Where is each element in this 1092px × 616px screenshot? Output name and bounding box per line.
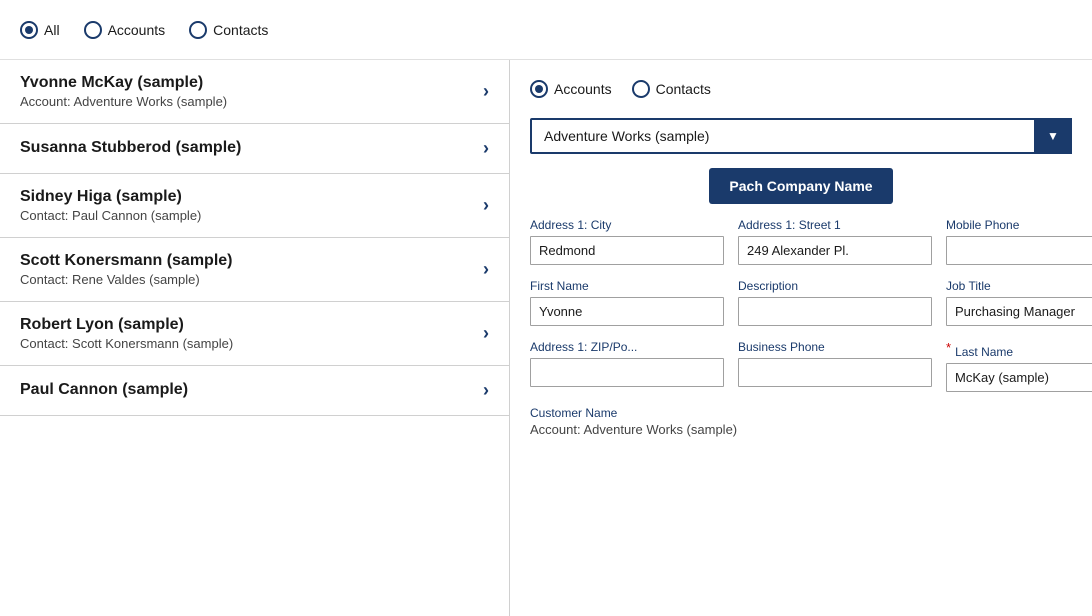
filter-contacts[interactable]: Contacts (189, 21, 268, 39)
field-job-title-label: Job Title (946, 279, 1092, 293)
account-dropdown[interactable]: Adventure Works (sample) (530, 118, 1072, 154)
list-item-subtitle: Contact: Scott Konersmann (sample) (20, 336, 233, 351)
field-first-name-label: First Name (530, 279, 724, 293)
field-business-phone: Business Phone (738, 340, 932, 392)
chevron-right-icon: › (483, 195, 489, 216)
address-zip-input[interactable] (530, 358, 724, 387)
chevron-right-icon: › (483, 81, 489, 102)
top-filter-bar: All Accounts Contacts (0, 0, 1092, 60)
radio-all-circle (20, 21, 38, 39)
chevron-right-icon: › (483, 323, 489, 344)
list-item[interactable]: Sidney Higa (sample) Contact: Paul Canno… (0, 174, 509, 238)
list-item[interactable]: Scott Konersmann (sample) Contact: Rene … (0, 238, 509, 302)
patch-company-button[interactable]: Pach Company Name (709, 168, 892, 204)
chevron-right-icon: › (483, 138, 489, 159)
list-item[interactable]: Susanna Stubberod (sample) › (0, 124, 509, 174)
field-job-title: Job Title (946, 279, 1092, 326)
field-mobile-phone-label: Mobile Phone (946, 218, 1092, 232)
field-description-label: Description (738, 279, 932, 293)
list-item-title: Sidney Higa (sample) (20, 188, 201, 206)
list-item-title: Scott Konersmann (sample) (20, 252, 232, 270)
radio-right-contacts-circle (632, 80, 650, 98)
right-filter-contacts[interactable]: Contacts (632, 80, 711, 98)
field-address-zip-label: Address 1: ZIP/Po... (530, 340, 724, 354)
list-item-title: Yvonne McKay (sample) (20, 74, 227, 92)
filter-contacts-label: Contacts (213, 22, 268, 38)
last-name-input[interactable] (946, 363, 1092, 392)
right-radio-row: Accounts Contacts (530, 80, 1072, 98)
filter-accounts-label: Accounts (108, 22, 166, 38)
right-filter-accounts[interactable]: Accounts (530, 80, 612, 98)
list-item-subtitle: Account: Adventure Works (sample) (20, 94, 227, 109)
job-title-input[interactable] (946, 297, 1092, 326)
required-star: * (946, 340, 951, 355)
list-item-title: Robert Lyon (sample) (20, 316, 233, 334)
mobile-phone-input[interactable] (946, 236, 1092, 265)
radio-contacts-circle (189, 21, 207, 39)
field-address-zip: Address 1: ZIP/Po... (530, 340, 724, 392)
list-item-subtitle: Contact: Paul Cannon (sample) (20, 208, 201, 223)
list-item-title: Susanna Stubberod (sample) (20, 139, 241, 157)
list-item[interactable]: Paul Cannon (sample) › (0, 366, 509, 416)
field-address-street: Address 1: Street 1 (738, 218, 932, 265)
field-first-name: First Name (530, 279, 724, 326)
field-last-name-label: Last Name (955, 345, 1013, 359)
field-address-city-label: Address 1: City (530, 218, 724, 232)
fields-grid: Address 1: City Address 1: Street 1 Mobi… (530, 218, 1072, 392)
right-panel: Accounts Contacts Adventure Works (sampl… (510, 60, 1092, 616)
chevron-right-icon: › (483, 259, 489, 280)
field-business-phone-label: Business Phone (738, 340, 932, 354)
address-street-input[interactable] (738, 236, 932, 265)
filter-accounts[interactable]: Accounts (84, 21, 166, 39)
customer-name-value: Account: Adventure Works (sample) (530, 422, 1072, 437)
description-input[interactable] (738, 297, 932, 326)
address-city-input[interactable] (530, 236, 724, 265)
right-accounts-label: Accounts (554, 81, 612, 97)
list-item[interactable]: Yvonne McKay (sample) Account: Adventure… (0, 60, 509, 124)
field-description: Description (738, 279, 932, 326)
business-phone-input[interactable] (738, 358, 932, 387)
filter-all-label: All (44, 22, 60, 38)
list-item[interactable]: Robert Lyon (sample) Contact: Scott Kone… (0, 302, 509, 366)
chevron-right-icon: › (483, 380, 489, 401)
field-mobile-phone: Mobile Phone (946, 218, 1092, 265)
field-address-street-label: Address 1: Street 1 (738, 218, 932, 232)
field-address-city: Address 1: City (530, 218, 724, 265)
field-last-name: * Last Name (946, 340, 1092, 392)
customer-name-label: Customer Name (530, 406, 1072, 420)
customer-name-section: Customer Name Account: Adventure Works (… (530, 406, 1072, 437)
filter-all[interactable]: All (20, 21, 60, 39)
left-panel: Yvonne McKay (sample) Account: Adventure… (0, 60, 510, 616)
first-name-input[interactable] (530, 297, 724, 326)
list-item-title: Paul Cannon (sample) (20, 381, 188, 399)
account-dropdown-wrapper: Adventure Works (sample) (530, 118, 1072, 154)
radio-right-accounts-circle (530, 80, 548, 98)
list-item-subtitle: Contact: Rene Valdes (sample) (20, 272, 232, 287)
contact-list[interactable]: Yvonne McKay (sample) Account: Adventure… (0, 60, 509, 616)
radio-accounts-circle (84, 21, 102, 39)
main-content: Yvonne McKay (sample) Account: Adventure… (0, 60, 1092, 616)
right-contacts-label: Contacts (656, 81, 711, 97)
